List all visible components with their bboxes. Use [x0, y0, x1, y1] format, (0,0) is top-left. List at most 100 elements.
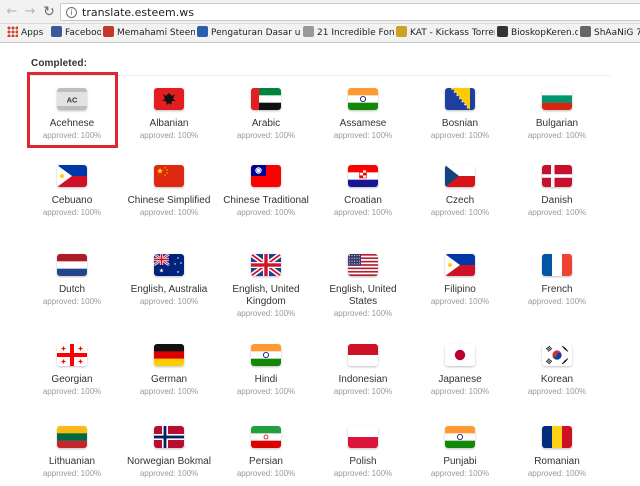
bookmark-item[interactable]: 21 Incredible Fonts Th: [303, 26, 394, 41]
browser-toolbar: ← → ↻ i translate.esteem.ws: [0, 0, 640, 24]
language-tile[interactable]: Korean approved: 100%: [509, 344, 605, 420]
language-tile[interactable]: English, United Kingdom approved: 100%: [218, 254, 314, 330]
bookmark-label: 21 Incredible Fonts Th: [317, 28, 394, 38]
approved-status: approved: 100%: [236, 208, 296, 217]
bookmark-label: BioskopKeren.co: [511, 28, 578, 38]
language-tile[interactable]: Japanese approved: 100%: [412, 344, 508, 420]
language-name: Korean: [540, 374, 574, 385]
language-tile[interactable]: Chinese Traditional approved: 100%: [218, 165, 314, 241]
approved-status: approved: 100%: [333, 469, 393, 478]
language-tile[interactable]: Chinese Simplified approved: 100%: [121, 165, 217, 241]
language-name: Filipino: [444, 284, 476, 295]
completed-heading: Completed:: [31, 58, 87, 69]
language-tile[interactable]: AC Acehnese approved: 100%: [24, 88, 120, 164]
language-name: Chinese Traditional: [223, 195, 309, 206]
language-tile[interactable]: French approved: 100%: [509, 254, 605, 330]
flag-in-icon: [445, 426, 475, 448]
language-name: English, United States: [329, 284, 397, 307]
flag-ph-icon: [57, 165, 87, 187]
language-tile[interactable]: Bulgarian approved: 100%: [509, 88, 605, 164]
language-tile[interactable]: Punjabi approved: 100%: [412, 426, 508, 486]
flag-fr-icon: [542, 254, 572, 276]
approved-status: approved: 100%: [42, 297, 102, 306]
w-icon: [197, 26, 208, 37]
flag-hr-icon: [348, 165, 378, 187]
bookmark-item[interactable]: ShAaNiG 720p: [580, 26, 640, 41]
flag-al-icon: [154, 88, 184, 110]
flag-kr-icon: [542, 344, 572, 366]
language-name: Croatian: [344, 195, 382, 206]
flag-de-icon: [154, 344, 184, 366]
language-tile[interactable]: Georgian approved: 100%: [24, 344, 120, 420]
info-icon[interactable]: i: [66, 7, 77, 18]
language-tile[interactable]: English, Australia approved: 100%: [121, 254, 217, 330]
bookmark-item[interactable]: KAT - Kickass Torrent: [396, 26, 495, 41]
language-tile[interactable]: Polish approved: 100%: [315, 426, 411, 486]
approved-status: approved: 100%: [430, 469, 490, 478]
approved-status: approved: 100%: [333, 131, 393, 140]
language-tile[interactable]: Persian approved: 100%: [218, 426, 314, 486]
language-tile[interactable]: Romanian approved: 100%: [509, 426, 605, 486]
bookmark-item[interactable]: BioskopKeren.co: [497, 26, 578, 41]
approved-status: approved: 100%: [527, 297, 587, 306]
language-name: Norwegian Bokmal: [127, 456, 211, 467]
flag-ro-icon: [542, 426, 572, 448]
language-tile[interactable]: Indonesian approved: 100%: [315, 344, 411, 420]
bookmark-label: ShAaNiG 720p: [594, 28, 640, 38]
language-tile[interactable]: Dutch approved: 100%: [24, 254, 120, 330]
approved-status: approved: 100%: [139, 208, 199, 217]
language-tile[interactable]: Croatian approved: 100%: [315, 165, 411, 241]
url-text[interactable]: translate.esteem.ws: [82, 6, 194, 19]
language-tile[interactable]: Czech approved: 100%: [412, 165, 508, 241]
approved-status: approved: 100%: [527, 387, 587, 396]
language-tile[interactable]: English, United States approved: 100%: [315, 254, 411, 330]
language-name: Polish: [349, 456, 377, 467]
steemit-icon: [103, 26, 114, 37]
flag-ba-icon: [445, 88, 475, 110]
language-tile[interactable]: Cebuano approved: 100%: [24, 165, 120, 241]
approved-status: approved: 100%: [527, 131, 587, 140]
flag-bg-icon: [542, 88, 572, 110]
language-tile[interactable]: Lithuanian approved: 100%: [24, 426, 120, 486]
language-name: Lithuanian: [48, 456, 96, 467]
bookmark-item[interactable]: Facebook: [51, 26, 101, 41]
language-tile[interactable]: Assamese approved: 100%: [315, 88, 411, 164]
flag-us-icon: [348, 254, 378, 276]
flag-ph-icon: [445, 254, 475, 276]
language-tile[interactable]: Bosnian approved: 100%: [412, 88, 508, 164]
bookmark-item[interactable]: Pengaturan Dasar unt: [197, 26, 301, 41]
language-tile[interactable]: Albanian approved: 100%: [121, 88, 217, 164]
approved-status: approved: 100%: [430, 297, 490, 306]
flag-gb-icon: [251, 254, 281, 276]
approved-status: approved: 100%: [139, 469, 199, 478]
globe-icon: [580, 26, 591, 37]
language-tile[interactable]: Danish approved: 100%: [509, 165, 605, 241]
bookmark-item[interactable]: Apps: [7, 26, 49, 41]
reload-icon[interactable]: ↻: [41, 3, 57, 21]
bookmark-label: Apps: [21, 28, 44, 38]
flag-jp-icon: [445, 344, 475, 366]
approved-status: approved: 100%: [42, 469, 102, 478]
language-name: Cebuano: [51, 195, 93, 206]
language-tile[interactable]: Filipino approved: 100%: [412, 254, 508, 330]
address-bar[interactable]: i translate.esteem.ws: [60, 3, 640, 21]
language-name: German: [150, 374, 188, 385]
back-arrow-icon[interactable]: ←: [4, 3, 20, 21]
language-name: Albanian: [149, 118, 189, 129]
bookmark-item[interactable]: Memahami Steemit B: [103, 26, 195, 41]
approved-status: approved: 100%: [430, 208, 490, 217]
flag-id-icon: [348, 344, 378, 366]
forward-arrow-icon[interactable]: →: [22, 3, 38, 21]
language-tile[interactable]: Hindi approved: 100%: [218, 344, 314, 420]
flag-ir-icon: [251, 426, 281, 448]
divider: [31, 75, 611, 76]
approved-status: approved: 100%: [236, 131, 296, 140]
language-name: Georgian: [51, 374, 93, 385]
language-tile[interactable]: Arabic approved: 100%: [218, 88, 314, 164]
language-tile[interactable]: Norwegian Bokmal approved: 100%: [121, 426, 217, 486]
language-tile[interactable]: German approved: 100%: [121, 344, 217, 420]
language-name: Czech: [445, 195, 475, 206]
language-name: Assamese: [339, 118, 387, 129]
facebook-icon: [51, 26, 62, 37]
language-name: Persian: [249, 456, 283, 467]
